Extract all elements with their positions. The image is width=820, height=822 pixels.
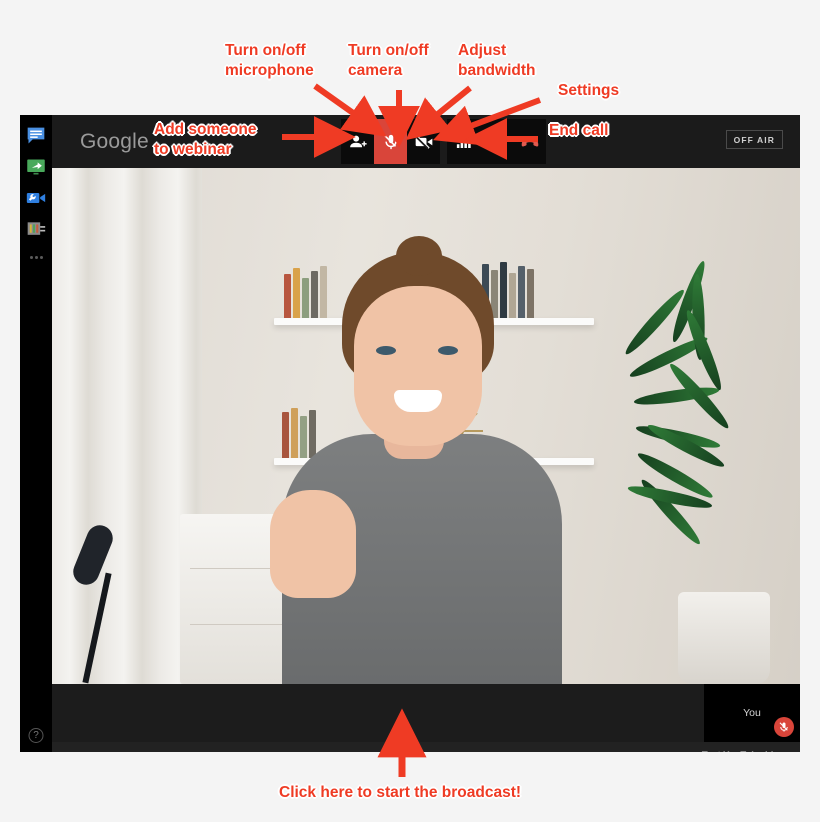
thumbnail-muted-icon — [774, 717, 794, 737]
add-person-button[interactable] — [341, 119, 374, 164]
hangouts-on-air-window: ? Google OFF AIR You — [20, 115, 800, 752]
screenshot-root: ? Google OFF AIR You Turn on/off microph… — [0, 0, 820, 822]
screenshare-icon[interactable] — [25, 156, 47, 178]
chat-icon[interactable] — [25, 125, 47, 147]
plant-pot — [678, 592, 770, 684]
self-thumbnail[interactable]: You — [704, 684, 800, 742]
participant-filmstrip: You — [52, 684, 800, 742]
annotation-microphone: Turn on/off microphone — [225, 42, 314, 80]
event-info: Test YouTube Live 0 viewers L — [700, 750, 784, 752]
presenter — [256, 224, 588, 684]
presenter-face — [354, 286, 482, 446]
offair-badge: OFF AIR — [725, 130, 783, 149]
control-room-icon[interactable] — [25, 218, 47, 240]
main-video-feed[interactable] — [52, 168, 800, 684]
google-wordmark: Google — [80, 130, 149, 153]
event-title: Test YouTube Live — [700, 750, 784, 752]
microphone-muted-button[interactable] — [374, 119, 407, 164]
broadcast-bar-wrap: Start broadcast OFF AIR Test YouTube Liv… — [52, 742, 800, 752]
annotation-start-broadcast: Click here to start the broadcast! — [279, 784, 522, 801]
left-sidebar: ? — [20, 115, 52, 752]
bandwidth-button[interactable] — [447, 119, 480, 164]
camera-tools-icon[interactable] — [25, 187, 47, 209]
settings-gear-button[interactable] — [480, 119, 513, 164]
annotation-settings: Settings — [558, 82, 620, 99]
more-apps-icon[interactable] — [29, 256, 43, 259]
help-icon[interactable]: ? — [28, 728, 44, 743]
video-stage[interactable] — [52, 168, 800, 684]
annotation-camera: Turn on/off camera — [348, 42, 429, 80]
call-controls — [341, 119, 546, 164]
annotation-end-call: End call — [549, 122, 609, 139]
broadcast-bar: Start broadcast OFF AIR Test YouTube Liv… — [52, 742, 800, 752]
potted-plant — [616, 259, 800, 684]
end-call-button[interactable] — [513, 119, 546, 164]
annotation-add-person: Add someone to webinar — [154, 121, 257, 159]
camera-off-button[interactable] — [407, 119, 440, 164]
self-thumbnail-label: You — [743, 707, 761, 719]
microphone-stand — [58, 521, 128, 684]
annotation-bandwidth: Adjust bandwidth — [458, 42, 536, 80]
waving-hand — [270, 490, 356, 598]
